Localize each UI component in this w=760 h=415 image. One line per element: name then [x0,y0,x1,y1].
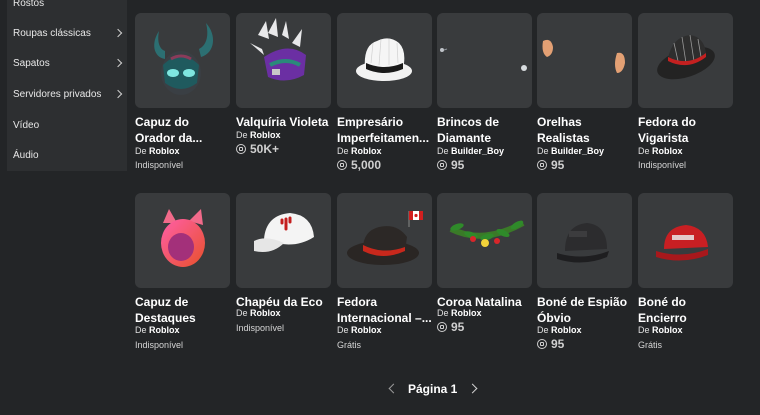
item-name[interactable]: Boné de Espião Óbvio [537,294,632,326]
item-thumbnail [437,13,532,108]
creator-link[interactable]: Roblox [652,325,683,335]
chevron-right-icon [113,58,123,68]
item-price: Grátis [638,340,663,350]
robux-icon [236,144,246,154]
sidebar-item-audio[interactable]: Áudio [13,146,127,166]
item-creator: De Builder_Boy [437,146,505,156]
spy-cap-icon [557,223,609,263]
robux-icon [537,160,547,170]
creator-link[interactable]: Roblox [149,325,180,335]
creator-link[interactable]: Roblox [551,325,582,335]
sidebar-item-label: Vídeo [13,120,40,131]
creator-link[interactable]: Roblox [250,308,281,318]
creator-link[interactable]: Roblox [652,146,683,156]
item-thumbnail [236,193,331,288]
item-creator: De Roblox [135,146,180,156]
creator-link[interactable]: Builder_Boy [551,146,604,156]
cat-ear-hood-icon [161,209,205,267]
chevron-left-icon[interactable] [388,383,399,394]
item-price: 95 [537,158,564,172]
sidebar-item-servidores-privados[interactable]: Servidores privados [13,85,127,105]
item-creator: De Roblox [337,325,382,335]
red-cap-icon [656,225,708,261]
sidebar-item-label: Servidores privados [13,89,102,100]
holly-crown-icon [449,220,525,247]
pagination: Página 1 [0,380,760,400]
creator-link[interactable]: Builder_Boy [451,146,504,156]
sidebar-item-video[interactable]: Vídeo [13,116,127,136]
item-thumbnail [337,193,432,288]
sidebar-item-label: Sapatos [13,58,50,69]
item-thumbnail [638,193,733,288]
item-price: 50K+ [236,142,279,156]
item-creator: De Roblox [236,308,281,318]
cactus-cap-icon [254,213,314,252]
item-creator: De Roblox [638,146,683,156]
item-thumbnail [135,13,230,108]
item-price: Indisponível [638,160,687,170]
horned-hood-icon [154,23,214,95]
item-creator: De Roblox [236,130,281,140]
robux-icon [437,322,447,332]
canada-fedora-icon [347,211,423,265]
item-price: Grátis [337,340,362,350]
striped-fedora-icon [657,34,715,80]
sidebar-item-label: Rostos [13,0,45,9]
item-name[interactable]: Empresário Imperfeitamen... [337,114,432,146]
item-price: 5,000 [337,158,381,172]
item-price: 95 [537,337,564,351]
creator-link[interactable]: Roblox [250,130,281,140]
item-price: Indisponível [135,340,184,350]
chevron-right-icon[interactable] [467,383,478,394]
valkyrie-helm-icon [250,18,306,81]
creator-link[interactable]: Roblox [351,325,382,335]
item-creator: De Roblox [337,146,382,156]
sidebar-item-label: Roupas clássicas [13,28,91,39]
item-name[interactable]: Boné do Encierro [638,294,733,326]
item-creator: De Roblox [537,325,582,335]
item-thumbnail [135,193,230,288]
item-price: Indisponível [236,323,285,333]
item-name[interactable]: Fedora do Vigarista [638,114,733,146]
item-thumbnail [537,193,632,288]
item-price: 95 [437,320,464,334]
item-name[interactable]: Orelhas Realistas [537,114,632,146]
item-name[interactable]: Capuz do Orador da... [135,114,230,146]
item-creator: De Roblox [135,325,180,335]
category-sidebar: Rostos Roupas clássicas Sapatos Servidor… [7,0,127,171]
item-thumbnail [437,193,532,288]
item-creator: De Roblox [437,308,482,318]
sidebar-item-sapatos[interactable]: Sapatos [13,54,127,74]
creator-link[interactable]: Roblox [351,146,382,156]
item-creator: De Roblox [638,325,683,335]
page-indicator: Página 1 [408,382,458,396]
robux-icon [537,339,547,349]
item-name[interactable]: Capuz de Destaques [135,294,230,326]
item-thumbnail [337,13,432,108]
realistic-ears-icon [542,39,625,73]
item-thumbnail [236,13,331,108]
diamond-earrings-icon [440,48,527,71]
item-name[interactable]: Fedora Internacional –... [337,294,432,326]
item-price: 95 [437,158,464,172]
item-creator: De Builder_Boy [537,146,605,156]
robux-icon [437,160,447,170]
item-thumbnail [537,13,632,108]
chevron-right-icon [113,89,123,99]
item-name[interactable]: Brincos de Diamante [437,114,532,146]
sidebar-item-roupas-classicas[interactable]: Roupas clássicas [13,24,127,44]
sidebar-item-label: Áudio [13,150,39,161]
robux-icon [337,160,347,170]
white-fedora-icon [356,38,412,81]
item-price: Indisponível [135,160,184,170]
item-thumbnail [638,13,733,108]
creator-link[interactable]: Roblox [149,146,180,156]
creator-link[interactable]: Roblox [451,308,482,318]
item-name[interactable]: Valquíria Violeta [236,114,331,130]
chevron-right-icon [113,28,123,38]
sidebar-item-rostos[interactable]: Rostos [13,0,127,14]
